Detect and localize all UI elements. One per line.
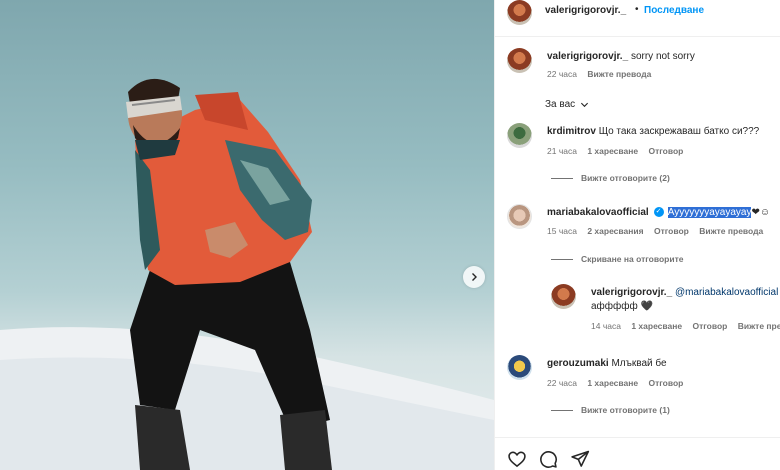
comment-username[interactable]: mariabakalovaofficial [547,207,649,218]
heart-icon[interactable] [507,449,527,469]
comment-avatar[interactable] [507,355,532,380]
comment-username[interactable]: krdimitrov [547,126,596,137]
caption-username[interactable]: valerigrigorovjr._ [547,51,628,62]
reply-meta: 14 часа 1 харесване Отговор Вижте превод… [591,321,780,331]
reply-button[interactable]: Отговор [692,321,727,331]
view-replies-label: Вижте отговорите (1) [581,405,670,415]
comment-username[interactable]: gerouzumaki [547,358,609,369]
comment-likes[interactable]: 2 харесвания [587,226,643,236]
reply-text: аффффф 🖤 [591,301,653,312]
translate-link[interactable]: Вижте превода [699,226,763,236]
reply-button[interactable]: Отговор [648,378,683,388]
replies-line [551,259,573,261]
comment-text: Млъквай бе [611,358,667,369]
comment-meta: 22 часа 1 харесване Отговор [547,378,691,388]
view-replies-toggle[interactable]: Вижте отговорите (1) [551,405,678,415]
comment-text-line: gerouzumaki Млъквай бе [547,358,667,369]
author-username[interactable]: valerigrigorovjr._ [545,5,626,16]
reply-mention[interactable]: @mariabakalovaofficial [675,287,778,298]
reply-username[interactable]: valerigrigorovjr._ [591,287,672,298]
comment-time: 21 часа [547,146,577,156]
separator-dot: • [635,4,639,15]
translate-link[interactable]: Вижте превода [738,321,780,331]
caption-text-line: valerigrigorovjr._ sorry not sorry [547,51,695,62]
reply-likes[interactable]: 1 харесване [631,321,682,331]
hide-replies-toggle[interactable]: Скриване на отговорите [551,254,691,264]
actions-divider [495,437,780,438]
for-you-filter[interactable]: За вас [545,99,589,110]
header-divider [495,36,780,37]
author-avatar[interactable] [507,0,532,25]
post-header: valerigrigorovjr._ • Последване [495,0,780,26]
comment-text: Що така заскрежаваш батко си??? [598,126,760,137]
view-replies-label: Вижте отговорите (2) [581,173,670,183]
hide-replies-label: Скриване на отговорите [581,254,684,264]
caption-meta: 22 часа Вижте превода [547,69,659,79]
comment-text-line: krdimitrov Що така заскрежаваш батко си?… [547,126,759,137]
caption-text: sorry not sorry [630,51,695,62]
reply-avatar[interactable] [551,284,576,309]
comment-avatar[interactable] [507,204,532,229]
view-replies-toggle[interactable]: Вижте отговорите (2) [551,173,678,183]
verified-icon: ✓ [653,207,664,218]
comment-meta: 15 часа 2 харесвания Отговор Вижте прево… [547,226,771,236]
reply-time: 14 часа [591,321,621,331]
caption-time: 22 часа [547,69,577,79]
replies-line [551,178,573,180]
post-photo[interactable] [0,0,494,470]
reply-button[interactable]: Отговор [654,226,689,236]
chevron-right-icon [472,273,477,281]
comment-text-emoji: ❤☺ [751,207,771,218]
comment-text-line: mariabakalovaofficial ✓ Ayyyyyyyayayayay… [547,207,770,218]
photo-scene [0,78,494,470]
caption-translate-link[interactable]: Вижте превода [587,69,651,79]
comment-time: 15 часа [547,226,577,236]
comment-likes[interactable]: 1 харесване [587,378,638,388]
reply-button[interactable]: Отговор [648,146,683,156]
comment-text-selected: Ayyyyyyyayayayay [667,207,752,218]
chevron-down-icon [580,102,588,107]
comment-icon[interactable] [538,449,558,469]
replies-line [551,410,573,412]
comments-panel: valerigrigorovjr._ • Последване valerigr… [494,0,780,470]
comment-avatar[interactable] [507,123,532,148]
comment-meta: 21 часа 1 харесване Отговор [547,146,691,156]
for-you-label: За вас [545,99,576,110]
follow-button[interactable]: Последване [644,5,704,16]
comment-time: 22 часа [547,378,577,388]
reply-text-line: valerigrigorovjr._ @mariabakalovaofficia… [591,287,778,298]
next-photo-button[interactable] [463,266,485,288]
caption-avatar[interactable] [507,48,532,73]
share-icon[interactable] [570,449,590,469]
comment-likes[interactable]: 1 харесване [587,146,638,156]
